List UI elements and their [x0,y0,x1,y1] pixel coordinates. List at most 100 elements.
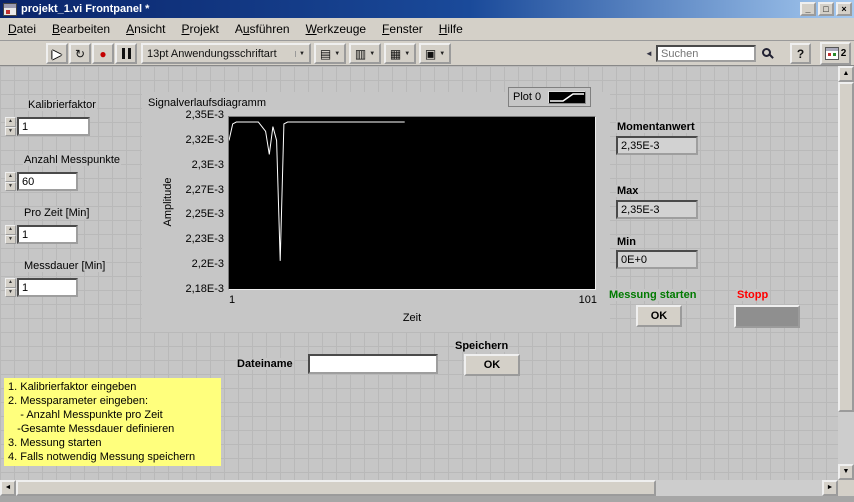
note-line: 3. Messung starten [8,437,102,449]
help-button[interactable]: ? [790,43,811,64]
waveform-chart: Signalverlaufsdiagramm 2,35E-3 2,32E-3 2… [142,92,610,332]
min-value: 0E+0 [616,250,698,269]
y-tick: 2,18E-3 [185,282,224,295]
toolbar: ▶ ↻ ● 13pt Anwendungsschriftart ▼ ▤ ▼ ▥ ▼ … [0,41,854,66]
anzahl-messpunkte-input[interactable]: 60 [17,172,78,191]
max-label: Max [616,185,640,197]
pro-zeit-label: Pro Zeit [Min] [23,207,91,219]
reorder-objects-icon: ▣ [424,46,437,61]
plot-area[interactable] [228,116,596,290]
chart-title: Signalverlaufsdiagramm [148,97,266,109]
speichern-button[interactable]: OK [464,354,520,376]
reorder-objects-button[interactable]: ▣ ▼ [419,43,451,64]
labview-frontpanel-window: projekt_1.vi Frontpanel * _ □ × Datei Be… [0,0,854,502]
messdauer-stepper[interactable]: ▲ ▼ [5,278,16,297]
scrollbar-corner [838,480,854,496]
stopp-button[interactable] [734,305,800,328]
min-label: Min [616,236,637,248]
menu-ansicht[interactable]: Ansicht [118,19,173,39]
minimize-button[interactable]: _ [800,2,816,16]
run-button[interactable]: ▶ [46,43,68,64]
menu-ausfuehren[interactable]: Ausführen [227,19,298,39]
messung-starten-label: Messung starten [608,289,698,301]
font-selector[interactable]: 13pt Anwendungsschriftart ▼ [141,43,311,64]
maximize-button[interactable]: □ [818,2,834,16]
scroll-down-icon[interactable]: ▼ [838,464,854,480]
menu-fenster[interactable]: Fenster [374,19,431,39]
vertical-scroll-thumb[interactable] [838,82,854,412]
scroll-left-icon[interactable]: ◄ [0,480,16,496]
kalibrierfaktor-label: Kalibrierfaktor [27,99,97,111]
chevron-down-icon: ▼ [295,50,305,57]
y-tick: 2,35E-3 [185,109,224,121]
plot-legend-label: Plot 0 [513,91,542,103]
menu-hilfe[interactable]: Hilfe [431,19,471,39]
title-bar[interactable]: projekt_1.vi Frontpanel * _ □ × [0,0,854,18]
vi-window-badge[interactable]: 2 [820,42,851,65]
dateiname-input[interactable] [308,354,438,374]
messdauer-input[interactable]: 1 [17,278,78,297]
menu-bar: Datei Bearbeiten Ansicht Projekt Ausführ… [0,18,854,41]
align-objects-button[interactable]: ▤ ▼ [314,43,346,64]
y-tick: 2,3E-3 [191,158,224,171]
chevron-down-icon: ▼ [334,50,341,57]
window-title: projekt_1.vi Frontpanel * [21,3,150,15]
resize-objects-icon: ▦ [389,46,402,61]
y-axis-label: Amplitude [162,177,174,227]
distribute-objects-button[interactable]: ▥ ▼ [349,43,381,64]
menu-werkzeuge[interactable]: Werkzeuge [298,19,374,39]
pro-zeit-input[interactable]: 1 [17,225,78,244]
pause-button[interactable] [115,43,137,64]
chevron-down-icon: ▼ [439,50,446,57]
messdauer-label: Messdauer [Min] [23,260,107,272]
close-button[interactable]: × [836,2,852,16]
y-tick: 2,23E-3 [185,233,224,246]
search-collapse-icon[interactable]: ◄ [645,49,653,58]
kalibrierfaktor-stepper[interactable]: ▲ ▼ [5,117,16,136]
plot-legend[interactable]: Plot 0 [508,87,592,107]
pro-zeit-stepper[interactable]: ▲ ▼ [5,225,16,244]
y-tick: 2,27E-3 [185,183,224,196]
horizontal-scrollbar[interactable]: ◄ ► [0,480,838,496]
waveform-line [229,121,405,261]
menu-datei[interactable]: Datei [0,19,44,39]
kalibrierfaktor-input[interactable]: 1 [17,117,90,136]
x-tick-max: 101 [578,294,597,306]
note-line: 2. Messparameter eingeben: [8,395,149,407]
dateiname-label: Dateiname [236,358,294,370]
max-value: 2,35E-3 [616,200,698,219]
horizontal-scroll-thumb[interactable] [16,480,656,496]
run-continuous-button[interactable]: ↻ [69,43,91,64]
x-axis-label: Zeit [402,312,422,324]
menu-bearbeiten[interactable]: Bearbeiten [44,19,118,39]
momentanwert-label: Momentanwert [616,121,696,133]
resize-objects-button[interactable]: ▦ ▼ [384,43,416,64]
continuous-run-icon: ↻ [74,46,86,61]
anzahl-messpunkte-stepper[interactable]: ▲ ▼ [5,172,16,191]
y-tick: 2,2E-3 [191,258,224,271]
menu-projekt[interactable]: Projekt [173,19,226,39]
align-objects-icon: ▤ [319,46,332,61]
anzahl-messpunkte-label: Anzahl Messpunkte [23,154,121,166]
run-icon: ▶ [52,46,62,61]
scroll-right-icon[interactable]: ► [822,480,838,496]
speichern-label: Speichern [454,340,510,352]
frontpanel-mini-icon [824,47,839,60]
front-panel: Kalibrierfaktor ▲ ▼ 1 Anzahl Messpunkte ▲… [0,66,838,480]
font-selector-label: 13pt Anwendungsschriftart [147,47,277,60]
scroll-up-icon[interactable]: ▲ [838,66,854,82]
plot-line-style-icon [548,90,587,104]
y-tick: 2,32E-3 [185,133,224,146]
distribute-objects-icon: ▥ [354,46,367,61]
y-tick: 2,25E-3 [185,208,224,221]
search-icon[interactable] [762,48,771,57]
messung-starten-button[interactable]: OK [636,305,682,327]
vi-icon [3,2,17,16]
abort-button[interactable]: ● [92,43,114,64]
note-line: 4. Falls notwendig Messung speichern [8,451,196,463]
vertical-scrollbar[interactable]: ▲ ▼ [838,66,854,480]
abort-icon: ● [99,46,107,61]
window-bottom-edge [0,496,854,502]
search-input[interactable] [656,45,756,62]
chevron-down-icon: ▼ [369,50,376,57]
